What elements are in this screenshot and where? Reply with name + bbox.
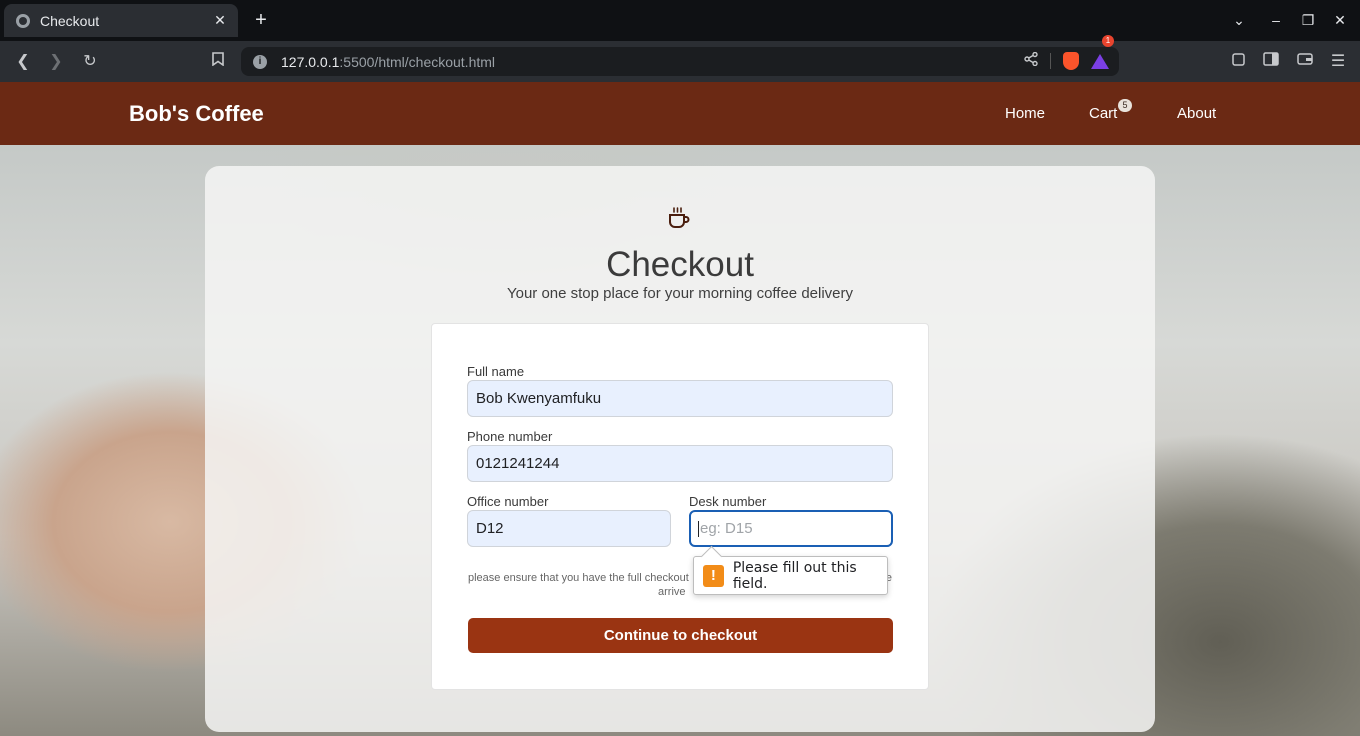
- browser-toolbar: ❮ ❯ ↻ i 127.0.0.1:5500/html/checkout.htm…: [0, 34, 1360, 82]
- note-text: please ensure that you have the full che…: [468, 572, 689, 584]
- divider: [1050, 53, 1051, 69]
- reload-icon[interactable]: ↻: [79, 51, 101, 73]
- menu-icon[interactable]: ☰: [1327, 51, 1349, 73]
- checkout-form: Full name Bob Kwenyamfuku Phone number 0…: [431, 323, 929, 690]
- desk-label: Desk number: [689, 494, 767, 509]
- cart-count-badge: 5: [1118, 99, 1132, 112]
- continue-checkout-button[interactable]: Continue to checkout: [468, 618, 893, 653]
- brave-shield-icon[interactable]: [1063, 52, 1079, 70]
- new-tab-button[interactable]: +: [250, 9, 272, 31]
- minimize-icon[interactable]: –: [1266, 10, 1286, 30]
- coffee-cup-icon: [669, 207, 690, 228]
- bookmark-icon[interactable]: [207, 51, 229, 73]
- office-input[interactable]: D12: [467, 510, 671, 547]
- share-icon[interactable]: [1024, 51, 1038, 70]
- close-icon[interactable]: ✕: [1330, 10, 1350, 30]
- extensions-icon[interactable]: [1228, 51, 1250, 73]
- rewards-badge: 1: [1102, 34, 1114, 47]
- address-bar[interactable]: i 127.0.0.1:5500/html/checkout.html 1: [241, 34, 1119, 76]
- desk-input[interactable]: eg: D15: [689, 510, 893, 547]
- office-label: Office number: [467, 494, 549, 509]
- back-icon[interactable]: ❮: [12, 51, 34, 73]
- brave-rewards-icon[interactable]: 1: [1091, 34, 1114, 69]
- tab-close-icon[interactable]: ✕: [210, 12, 230, 29]
- tab-title: Checkout: [40, 12, 100, 29]
- phone-input[interactable]: 0121241244: [467, 445, 893, 482]
- text-caret: [698, 521, 699, 538]
- site-brand[interactable]: Bob's Coffee: [129, 101, 264, 127]
- forward-icon[interactable]: ❯: [45, 51, 67, 73]
- page-subtitle: Your one stop place for your morning cof…: [506, 285, 854, 302]
- tab-strip: Checkout ✕ + ⌄ – ❐ ✕: [0, 0, 1360, 41]
- validation-message: Please fill out this field.: [732, 559, 857, 592]
- maximize-icon[interactable]: ❐: [1298, 10, 1318, 30]
- page-viewport: Bob's Coffee Home Cart 5 About Checkout …: [0, 82, 1360, 736]
- validation-tooltip: ! Please fill out this field.: [693, 556, 888, 595]
- chevron-down-icon[interactable]: ⌄: [1229, 10, 1249, 30]
- phone-label: Phone number: [467, 429, 553, 444]
- desk-placeholder: eg: D15: [700, 520, 753, 537]
- full-name-input[interactable]: Bob Kwenyamfuku: [467, 380, 893, 417]
- globe-icon: [16, 13, 30, 28]
- sidebar-icon[interactable]: [1260, 51, 1282, 73]
- site-navbar: Bob's Coffee Home Cart 5 About: [0, 82, 1360, 145]
- full-name-label: Full name: [467, 364, 525, 379]
- nav-home[interactable]: Home: [1005, 105, 1045, 122]
- url-text: 127.0.0.1:5500/html/checkout.html: [281, 53, 496, 70]
- page-title: Checkout: [606, 245, 754, 284]
- wallet-icon[interactable]: [1294, 51, 1316, 73]
- warning-icon: !: [703, 564, 724, 587]
- nav-cart[interactable]: Cart: [1089, 105, 1117, 122]
- nav-about[interactable]: About: [1177, 105, 1216, 122]
- browser-tab[interactable]: Checkout ✕: [4, 4, 238, 37]
- info-icon[interactable]: i: [253, 54, 267, 69]
